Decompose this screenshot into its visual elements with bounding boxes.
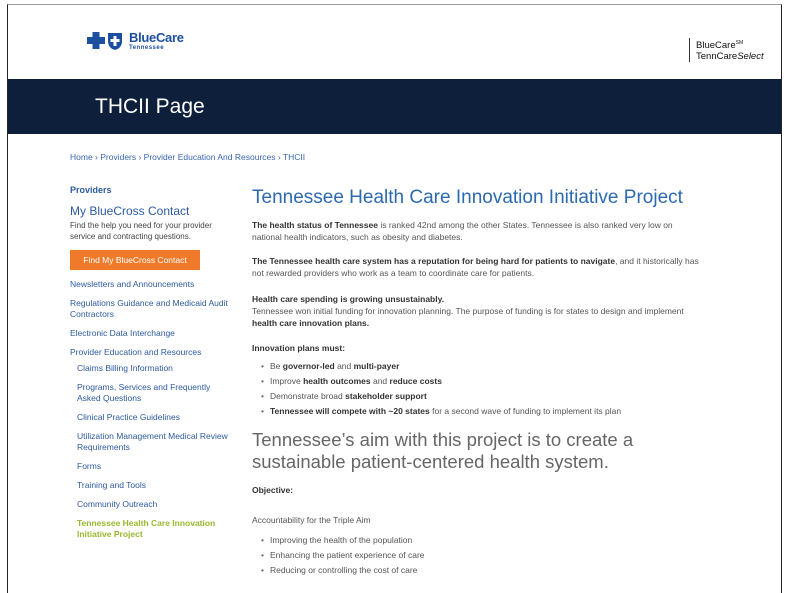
sidebar-subitem-claims[interactable]: Claims Billing Information: [70, 363, 230, 374]
sidebar-subitem-thcii-active[interactable]: Tennessee Health Care Innovation Initiat…: [70, 518, 230, 540]
sidebar-heading[interactable]: Providers: [70, 185, 230, 195]
find-contact-button[interactable]: Find My BlueCross Contact: [70, 250, 200, 270]
breadcrumb[interactable]: Home › Providers › Provider Education An…: [70, 152, 305, 162]
sidebar-item-provider-education[interactable]: Provider Education and Resources: [70, 347, 230, 358]
bluecare-logo[interactable]: BlueCare Tennessee: [86, 31, 184, 51]
paragraph-health-status: The health status of Tennessee is ranked…: [252, 220, 673, 242]
objective-label: Objective:: [252, 485, 294, 495]
sidebar-item-edi[interactable]: Electronic Data Interchange: [70, 328, 230, 339]
logo-brand-text: BlueCare: [129, 30, 184, 45]
triple-aim-list: Improving the health of the population E…: [252, 533, 702, 578]
list-item: Enhancing the patient experience of care: [261, 548, 702, 563]
plan-tenncare: TennCare: [696, 51, 738, 63]
list-item: Reducing or controlling the cost of care: [261, 563, 702, 578]
innovation-plans-list: Be governor-led and multi-payer Improve …: [252, 359, 702, 419]
sidebar-subitem-guidelines[interactable]: Clinical Practice Guidelines: [70, 412, 230, 423]
title-bar: THCII Page: [8, 79, 781, 134]
paragraph-navigation: The Tennessee health care system has a r…: [252, 256, 699, 278]
innovation-plans-heading: Innovation plans must:: [252, 343, 346, 353]
logo-sub-text: Tennessee: [129, 45, 165, 51]
list-item: Demonstrate broad stakeholder support: [261, 389, 702, 404]
aim-heading: Tennessee’s aim with this project is to …: [252, 429, 634, 472]
sidebar-item-regulations[interactable]: Regulations Guidance and Medicaid Audit …: [70, 298, 230, 320]
sidebar-subitem-outreach[interactable]: Community Outreach: [70, 499, 230, 510]
plan-names: BlueCareSM TennCareSelect: [689, 38, 764, 63]
sidebar-subitem-forms[interactable]: Forms: [70, 461, 230, 472]
list-item: Be governor-led and multi-payer: [261, 359, 702, 374]
sidebar-subitem-training[interactable]: Training and Tools: [70, 480, 230, 491]
service-mark: SM: [735, 40, 744, 46]
plan-select: Select: [737, 51, 764, 63]
sidebar-subitem-programs[interactable]: Programs, Services and Frequently Asked …: [70, 382, 230, 404]
plan-bluecare: BlueCare: [696, 40, 736, 52]
accountability-label: Accountability for the Triple Aim: [252, 515, 371, 525]
page-title: THCII Page: [95, 95, 205, 118]
sidebar: Providers My BlueCross Contact Find the …: [70, 185, 230, 548]
contact-title[interactable]: My BlueCross Contact: [70, 204, 230, 218]
article-title: Tennessee Health Care Innovation Initiat…: [252, 187, 683, 208]
contact-description: Find the help you need for your provider…: [70, 221, 212, 241]
sidebar-subitem-utilization[interactable]: Utilization Management Medical Review Re…: [70, 431, 230, 453]
sidebar-item-newsletters[interactable]: Newsletters and Announcements: [70, 279, 230, 290]
list-item: Improving the health of the population: [261, 533, 702, 548]
list-item: Improve health outcomes and reduce costs: [261, 374, 702, 389]
slide-frame: BlueCare Tennessee BlueCareSM TennCareSe…: [7, 4, 782, 593]
bluecross-blueshield-icon: [87, 32, 122, 50]
main-content: Tennessee Health Care Innovation Initiat…: [252, 187, 702, 578]
sidebar-nav: Newsletters and Announcements Regulation…: [70, 279, 230, 540]
list-item: Tennessee will compete with ~20 states f…: [261, 404, 702, 419]
paragraph-spending: Health care spending is growing unsustai…: [252, 294, 684, 328]
